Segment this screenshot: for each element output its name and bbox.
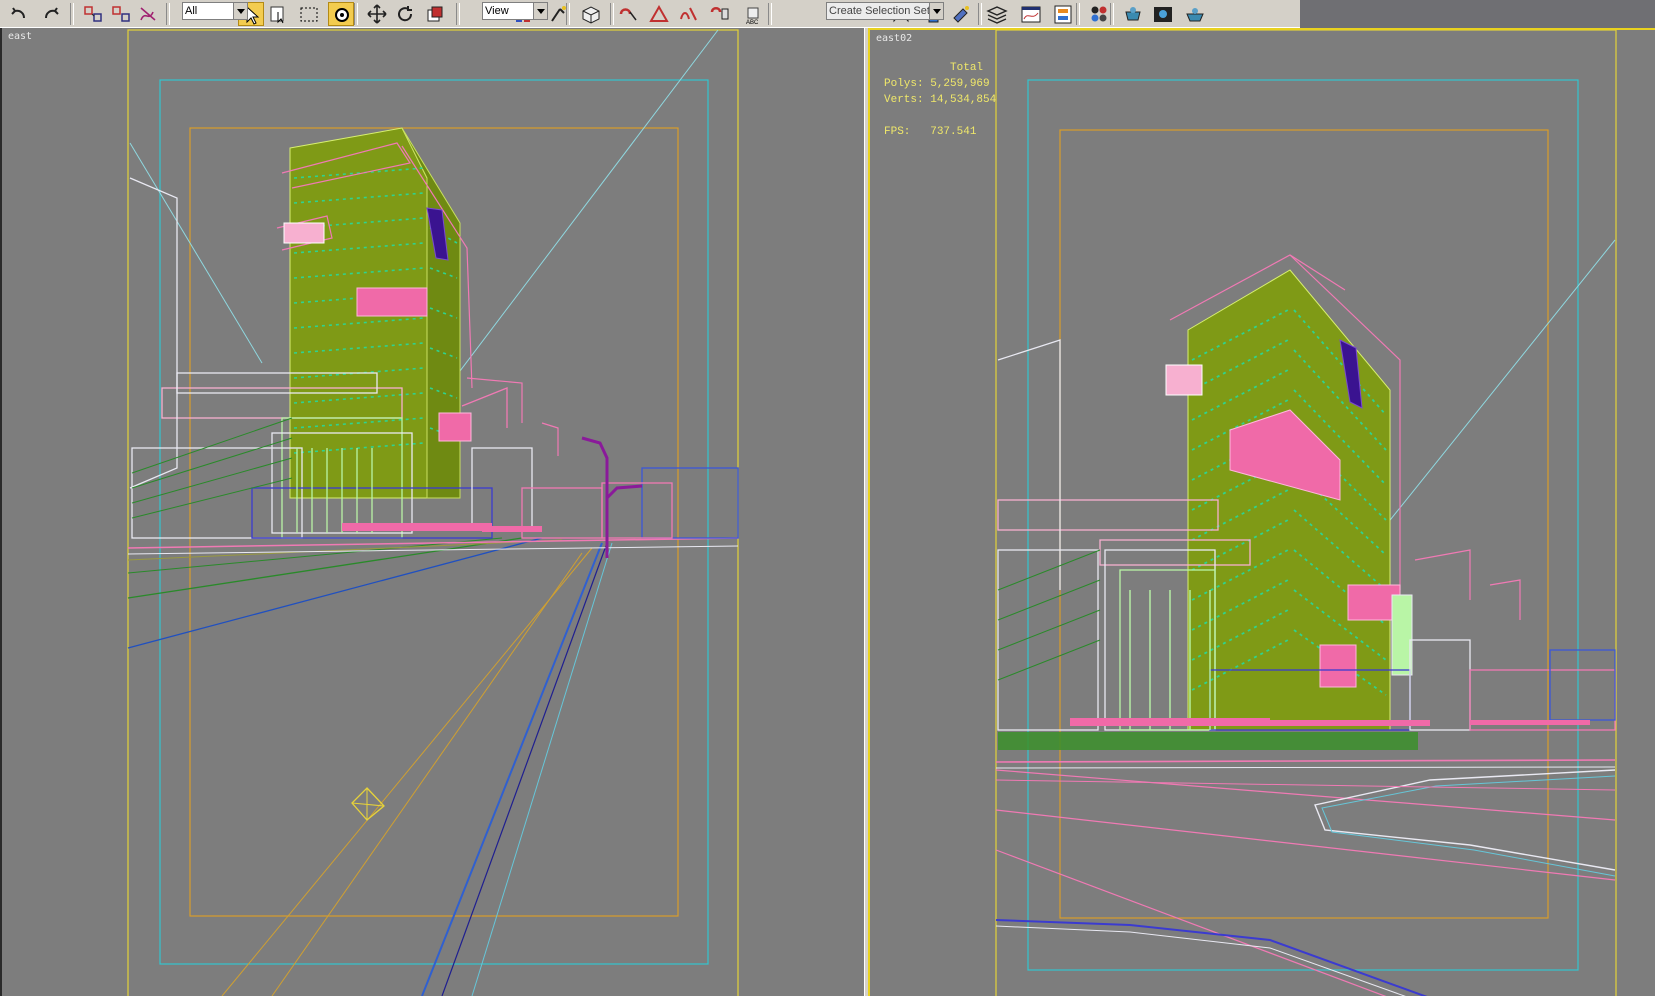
verts-value: 14,534,854	[930, 94, 997, 106]
rendered-frame-window-icon	[1154, 7, 1172, 22]
quick-render-button[interactable]	[1182, 2, 1208, 26]
place-highlight-icon	[953, 6, 969, 23]
viewport-label[interactable]: east	[8, 31, 32, 42]
window-crossing-icon	[335, 8, 349, 22]
svg-text:ABC: ABC	[746, 20, 759, 26]
viewport-label[interactable]: east02	[876, 33, 912, 44]
toolbar-separator	[456, 3, 460, 25]
named-selection-dropdown-value: Create Selection Set	[829, 5, 930, 17]
selection-filter-dropdown-value: All	[185, 5, 198, 17]
snaps-toggle-button[interactable]	[616, 2, 642, 26]
select-and-scale-icon	[427, 6, 443, 22]
undo-button[interactable]	[6, 2, 32, 26]
edit-named-selection-button[interactable]: ABC	[740, 2, 766, 26]
quick-render-icon	[1186, 8, 1204, 22]
unlink-selection-icon	[112, 6, 130, 22]
select-and-link-button[interactable]	[80, 2, 106, 26]
viewport-east02[interactable]: east02 Total Polys: 5,259,969 Verts: 14,…	[868, 28, 1655, 996]
schematic-view-button[interactable]	[1050, 2, 1076, 26]
main-toolbar: ABC All View Create Selection Set	[0, 0, 1300, 29]
chevron-down-icon[interactable]	[929, 3, 943, 19]
toolbar-separator	[166, 3, 170, 25]
curve-editor-button[interactable]	[1018, 2, 1044, 26]
redo-icon	[45, 7, 59, 19]
render-setup-icon	[1125, 7, 1141, 21]
select-and-scale-button[interactable]	[422, 2, 448, 26]
selection-filter-dropdown[interactable]: All	[182, 2, 248, 20]
reference-coordinate-dropdown-value: View	[485, 5, 509, 17]
toolbar-separator	[610, 3, 614, 25]
toolbar-separator	[768, 3, 772, 25]
reference-coordinate-dropdown[interactable]: View	[482, 2, 548, 20]
keyboard-shortcut-override-icon	[582, 6, 600, 24]
material-editor-icon	[1091, 6, 1107, 22]
material-editor-button[interactable]	[1086, 2, 1112, 26]
schematic-view-icon	[1054, 5, 1072, 24]
select-by-name-icon	[270, 6, 284, 24]
toolbar-gap	[1300, 0, 1655, 28]
render-setup-button[interactable]	[1120, 2, 1146, 26]
toolbar-separator	[70, 3, 74, 25]
viewport-east[interactable]: east	[0, 28, 866, 996]
chevron-down-icon[interactable]	[533, 3, 547, 19]
polys-label: Polys:	[884, 78, 924, 90]
rendered-frame-window-button[interactable]	[1150, 2, 1176, 26]
layer-manager-button[interactable]	[984, 2, 1010, 26]
stats-header: Total	[950, 62, 984, 74]
select-and-manipulate-button[interactable]	[546, 2, 572, 26]
edit-named-selection-icon: ABC	[746, 7, 759, 26]
statistics-overlay: Total Polys: 5,259,969 Verts: 14,534,854…	[884, 60, 996, 140]
chevron-down-icon[interactable]	[233, 3, 247, 19]
curve-editor-icon	[1021, 6, 1041, 23]
rectangular-selection-region-icon	[300, 7, 318, 22]
percent-snap-toggle-icon	[680, 7, 697, 21]
keyboard-shortcut-override-button[interactable]	[578, 2, 604, 26]
select-by-name-button[interactable]	[266, 2, 292, 26]
angle-snap-toggle-icon	[649, 4, 669, 22]
bind-to-space-warp-icon	[140, 7, 156, 21]
fps-value: 737.541	[930, 126, 977, 138]
wireframe-scene-east	[127, 29, 739, 996]
undo-icon	[11, 7, 25, 19]
spinner-snap-toggle-icon	[710, 7, 729, 20]
select-and-move-button[interactable]	[364, 2, 390, 26]
select-and-rotate-button[interactable]	[392, 2, 418, 26]
redo-button[interactable]	[38, 2, 64, 26]
unlink-selection-button[interactable]	[108, 2, 134, 26]
select-and-rotate-icon	[398, 6, 413, 22]
rectangular-selection-region-button[interactable]	[296, 2, 322, 26]
window-crossing-button[interactable]	[328, 2, 354, 26]
place-highlight-button[interactable]	[948, 2, 974, 26]
fps-label: FPS:	[884, 126, 911, 138]
select-and-link-icon	[84, 6, 102, 22]
named-selection-dropdown[interactable]: Create Selection Set	[826, 2, 944, 20]
verts-label: Verts:	[884, 94, 924, 106]
select-and-manipulate-icon	[551, 6, 566, 22]
layer-manager-icon	[986, 6, 1008, 24]
spinner-snap-toggle-button[interactable]	[706, 2, 732, 26]
bind-to-space-warp-button[interactable]	[136, 2, 162, 26]
angle-snap-toggle-button[interactable]	[646, 2, 672, 26]
polys-value: 5,259,969	[930, 78, 990, 90]
select-and-move-icon	[367, 4, 387, 24]
toolbar-separator	[1076, 3, 1080, 25]
toolbar-separator	[978, 3, 982, 25]
percent-snap-toggle-button[interactable]	[676, 2, 702, 26]
snaps-toggle-icon	[619, 8, 637, 21]
wireframe-scene-east02	[995, 30, 1617, 996]
